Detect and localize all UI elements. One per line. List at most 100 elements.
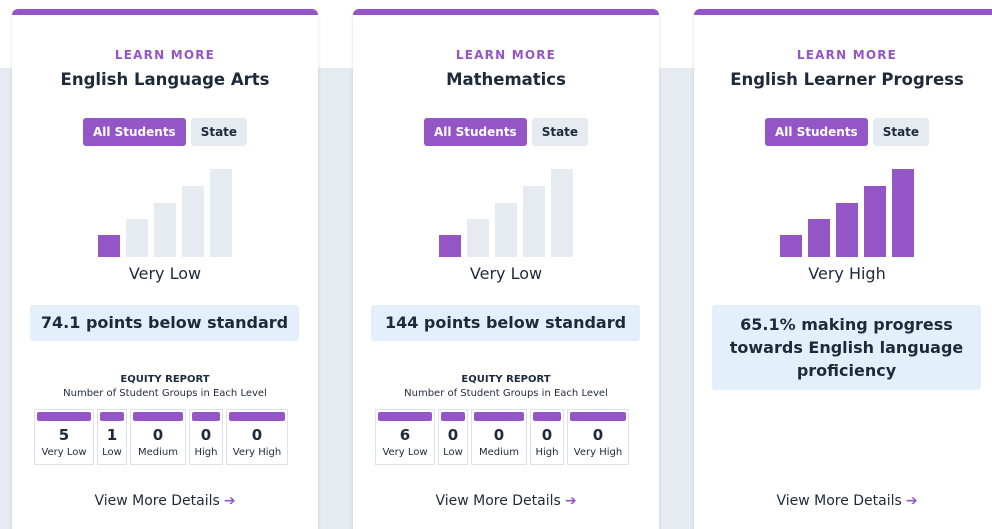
level-bar-1: [780, 235, 802, 257]
level-bar-5: [892, 169, 914, 257]
equity-level-high: 0 High: [530, 409, 564, 465]
learn-more-link[interactable]: LEARN MORE: [12, 48, 318, 62]
equity-report-subtitle: Number of Student Groups in Each Level: [63, 388, 267, 399]
equity-level-very-low: 6 Very Low: [375, 409, 435, 465]
status-text: 65.1% making progress towards English la…: [712, 305, 981, 390]
equity-level-high: 0 High: [189, 409, 223, 465]
level-color-bar: [378, 412, 432, 421]
arrow-right-icon: ➔: [905, 493, 918, 509]
level-name: Very Low: [41, 447, 87, 458]
learn-more-link[interactable]: LEARN MORE: [353, 48, 659, 62]
state-button[interactable]: State: [872, 118, 930, 146]
performance-level-label: Very Low: [469, 264, 543, 283]
performance-level-bars: [439, 167, 573, 257]
equity-level-low: 0 Low: [438, 409, 468, 465]
level-bar-3: [154, 203, 176, 257]
level-bar-4: [523, 186, 545, 257]
view-more-details-link[interactable]: View More Details ➔: [694, 493, 992, 509]
level-bar-2: [126, 219, 148, 257]
group-count: 0: [541, 426, 553, 444]
group-count: 1: [106, 426, 118, 444]
performance-level-label: Very High: [808, 264, 886, 283]
state-button[interactable]: State: [531, 118, 589, 146]
status-text: 144 points below standard: [371, 305, 640, 341]
level-bar-3: [836, 203, 858, 257]
level-name: Very Low: [382, 447, 428, 458]
level-color-bar: [133, 412, 183, 421]
group-count: 0: [493, 426, 505, 444]
level-color-bar: [441, 412, 465, 421]
group-count: 0: [251, 426, 263, 444]
indicator-card-english-learner-progress: LEARN MORE English Learner Progress All …: [694, 9, 992, 529]
view-more-details-link[interactable]: View More Details ➔: [353, 493, 659, 509]
equity-report-header: EQUITY REPORT Number of Student Groups i…: [12, 374, 318, 399]
card-title: English Learner Progress: [730, 70, 964, 89]
performance-level-bars: [98, 167, 232, 257]
group-count: 0: [200, 426, 212, 444]
level-name: Very High: [232, 447, 282, 458]
group-count: 0: [447, 426, 459, 444]
view-more-label: View More Details: [435, 493, 561, 509]
view-more-label: View More Details: [94, 493, 220, 509]
level-color-bar: [37, 412, 91, 421]
all-students-button[interactable]: All Students: [82, 118, 186, 146]
arrow-right-icon: ➔: [223, 493, 236, 509]
status-line: proficiency: [796, 361, 897, 380]
level-bar-4: [864, 186, 886, 257]
group-count: 6: [399, 426, 411, 444]
equity-level-low: 1 Low: [97, 409, 127, 465]
equity-level-very-high: 0 Very High: [567, 409, 629, 465]
equity-level-grid: 5 Very Low 1 Low 0 Medium 0 High 0 Very …: [34, 409, 288, 465]
indicator-card-ela: LEARN MORE English Language Arts All Stu…: [12, 9, 318, 529]
equity-level-medium: 0 Medium: [130, 409, 186, 465]
status-line: 65.1% making progress: [740, 315, 953, 334]
indicator-card-math: LEARN MORE Mathematics All Students Stat…: [353, 9, 659, 529]
level-name: Low: [443, 447, 463, 458]
level-bar-1: [439, 235, 461, 257]
equity-level-grid: 6 Very Low 0 Low 0 Medium 0 High 0 Very …: [375, 409, 629, 465]
state-button[interactable]: State: [190, 118, 248, 146]
student-group-toggle: All Students State: [694, 118, 992, 146]
student-group-toggle: All Students State: [353, 118, 659, 146]
level-name: Very High: [573, 447, 623, 458]
equity-report-header: EQUITY REPORT Number of Student Groups i…: [353, 374, 659, 399]
status-text: 74.1 points below standard: [30, 305, 299, 341]
equity-level-very-high: 0 Very High: [226, 409, 288, 465]
level-color-bar: [533, 412, 561, 421]
arrow-right-icon: ➔: [564, 493, 577, 509]
level-bar-2: [467, 219, 489, 257]
card-title: English Language Arts: [60, 70, 270, 89]
level-bar-2: [808, 219, 830, 257]
equity-level-medium: 0 Medium: [471, 409, 527, 465]
student-group-toggle: All Students State: [12, 118, 318, 146]
level-color-bar: [192, 412, 220, 421]
performance-level-bars: [780, 167, 914, 257]
level-bar-1: [98, 235, 120, 257]
level-bar-5: [551, 169, 573, 257]
group-count: 5: [58, 426, 70, 444]
level-color-bar: [229, 412, 285, 421]
level-color-bar: [570, 412, 626, 421]
all-students-button[interactable]: All Students: [764, 118, 868, 146]
group-count: 0: [592, 426, 604, 444]
learn-more-link[interactable]: LEARN MORE: [694, 48, 992, 62]
level-name: Medium: [138, 447, 178, 458]
all-students-button[interactable]: All Students: [423, 118, 527, 146]
level-name: High: [535, 447, 559, 458]
equity-report-subtitle: Number of Student Groups in Each Level: [404, 388, 608, 399]
equity-report-title: EQUITY REPORT: [120, 374, 210, 385]
status-line: towards English language: [729, 338, 964, 357]
performance-level-label: Very Low: [128, 264, 202, 283]
view-more-details-link[interactable]: View More Details ➔: [12, 493, 318, 509]
level-name: Low: [102, 447, 122, 458]
level-name: Medium: [479, 447, 519, 458]
level-bar-4: [182, 186, 204, 257]
level-color-bar: [474, 412, 524, 421]
equity-report-title: EQUITY REPORT: [461, 374, 551, 385]
equity-level-very-low: 5 Very Low: [34, 409, 94, 465]
level-color-bar: [100, 412, 124, 421]
level-bar-3: [495, 203, 517, 257]
group-count: 0: [152, 426, 164, 444]
level-bar-5: [210, 169, 232, 257]
card-title: Mathematics: [446, 70, 566, 89]
